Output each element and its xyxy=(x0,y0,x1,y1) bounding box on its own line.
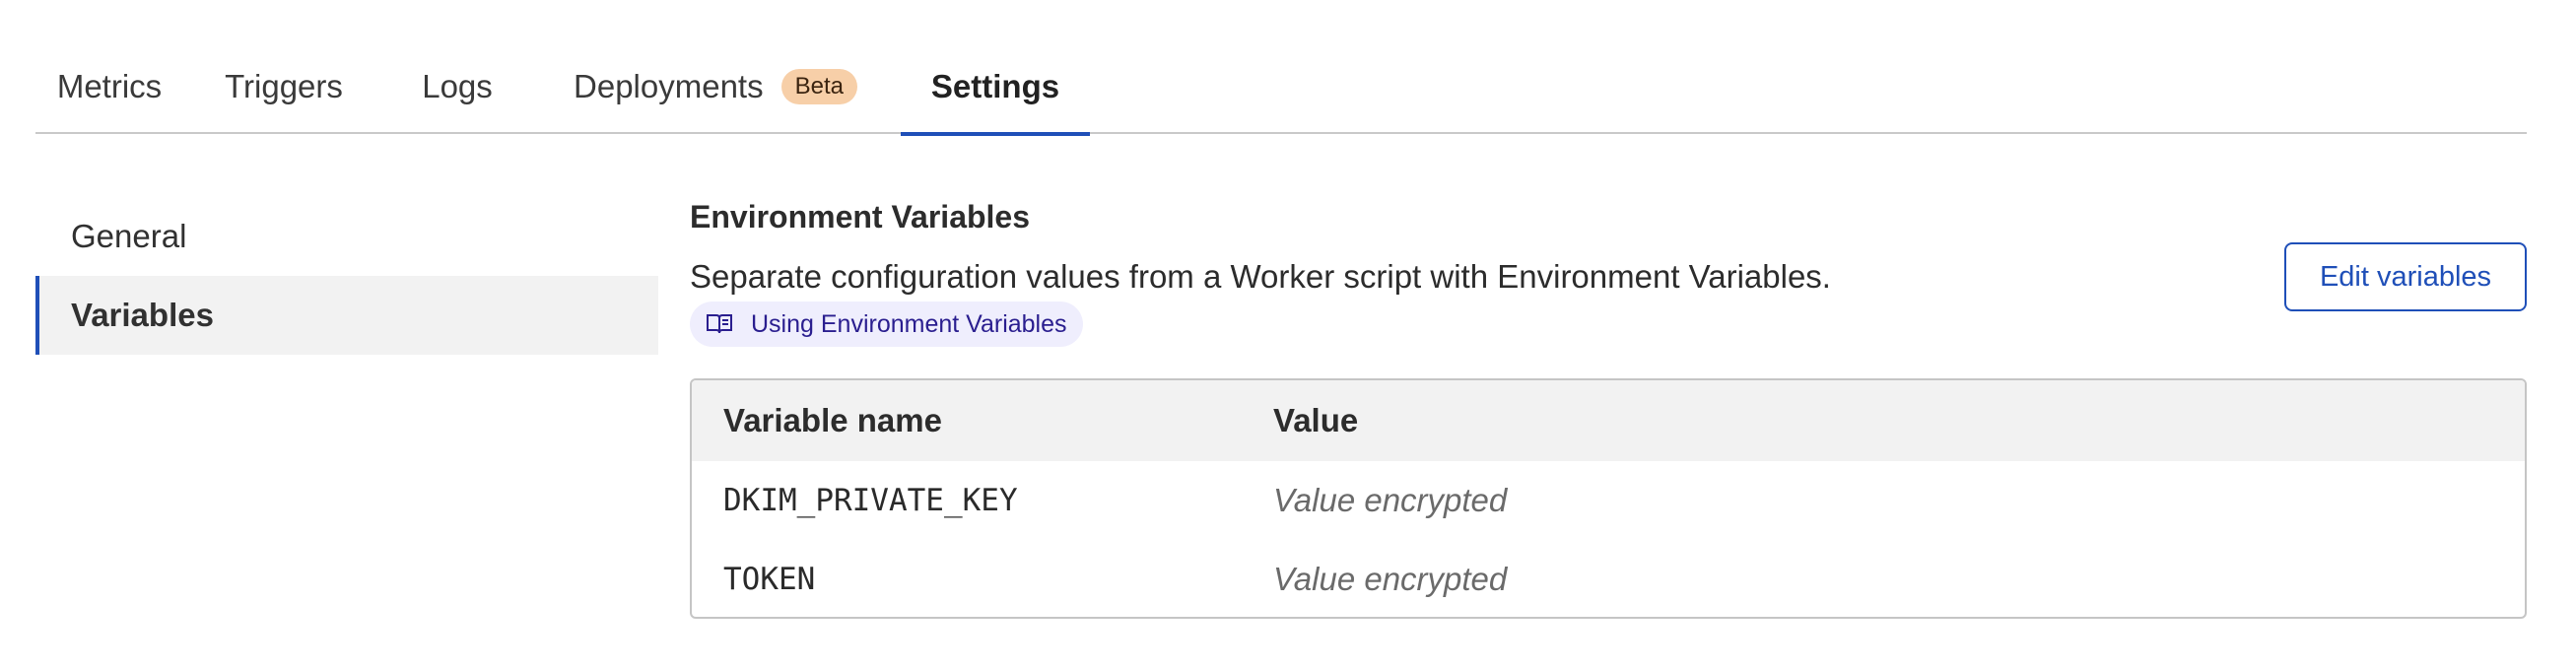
column-header-name: Variable name xyxy=(723,402,942,438)
sidebar-item-label: Variables xyxy=(71,297,214,333)
sidebar-item-general[interactable]: General xyxy=(35,197,658,276)
tab-settings[interactable]: Settings xyxy=(901,39,1090,136)
book-icon xyxy=(706,313,733,335)
section-title: Environment Variables xyxy=(690,199,1031,234)
beta-badge: Beta xyxy=(780,69,857,104)
tab-label: Deployments xyxy=(574,68,764,104)
table-row: TOKEN Value encrypted xyxy=(692,540,2525,617)
tab-deployments[interactable]: Deployments Beta xyxy=(530,39,901,134)
docs-link[interactable]: Using Environment Variables xyxy=(690,302,1083,347)
sidebar-item-label: General xyxy=(71,218,187,254)
tab-logs[interactable]: Logs xyxy=(384,39,530,134)
settings-sidebar: General Variables xyxy=(35,197,658,355)
tab-label: Logs xyxy=(422,68,493,104)
variables-table: Variable name Value DKIM_PRIVATE_KEY Val… xyxy=(690,378,2527,619)
column-header-value: Value xyxy=(1273,402,1359,438)
variable-value: Value encrypted xyxy=(1273,482,1508,518)
tab-label: Settings xyxy=(930,68,1060,104)
docs-link-label: Using Environment Variables xyxy=(751,309,1067,338)
edit-variables-button[interactable]: Edit variables xyxy=(2284,242,2527,311)
section-description: Separate configuration values from a Wor… xyxy=(690,258,1831,295)
tab-metrics[interactable]: Metrics xyxy=(35,39,183,134)
tab-triggers[interactable]: Triggers xyxy=(183,39,384,134)
tab-label: Triggers xyxy=(225,68,343,104)
table-row: DKIM_PRIVATE_KEY Value encrypted xyxy=(692,461,2525,540)
tab-label: Metrics xyxy=(56,68,163,104)
variable-name: DKIM_PRIVATE_KEY xyxy=(723,483,1018,518)
sidebar-item-variables[interactable]: Variables xyxy=(35,276,658,355)
table-header-row: Variable name Value xyxy=(692,380,2525,461)
variable-name: TOKEN xyxy=(723,562,816,597)
variable-value: Value encrypted xyxy=(1273,561,1508,597)
tab-bar: Metrics Triggers Logs Deployments Beta S… xyxy=(35,39,2527,136)
